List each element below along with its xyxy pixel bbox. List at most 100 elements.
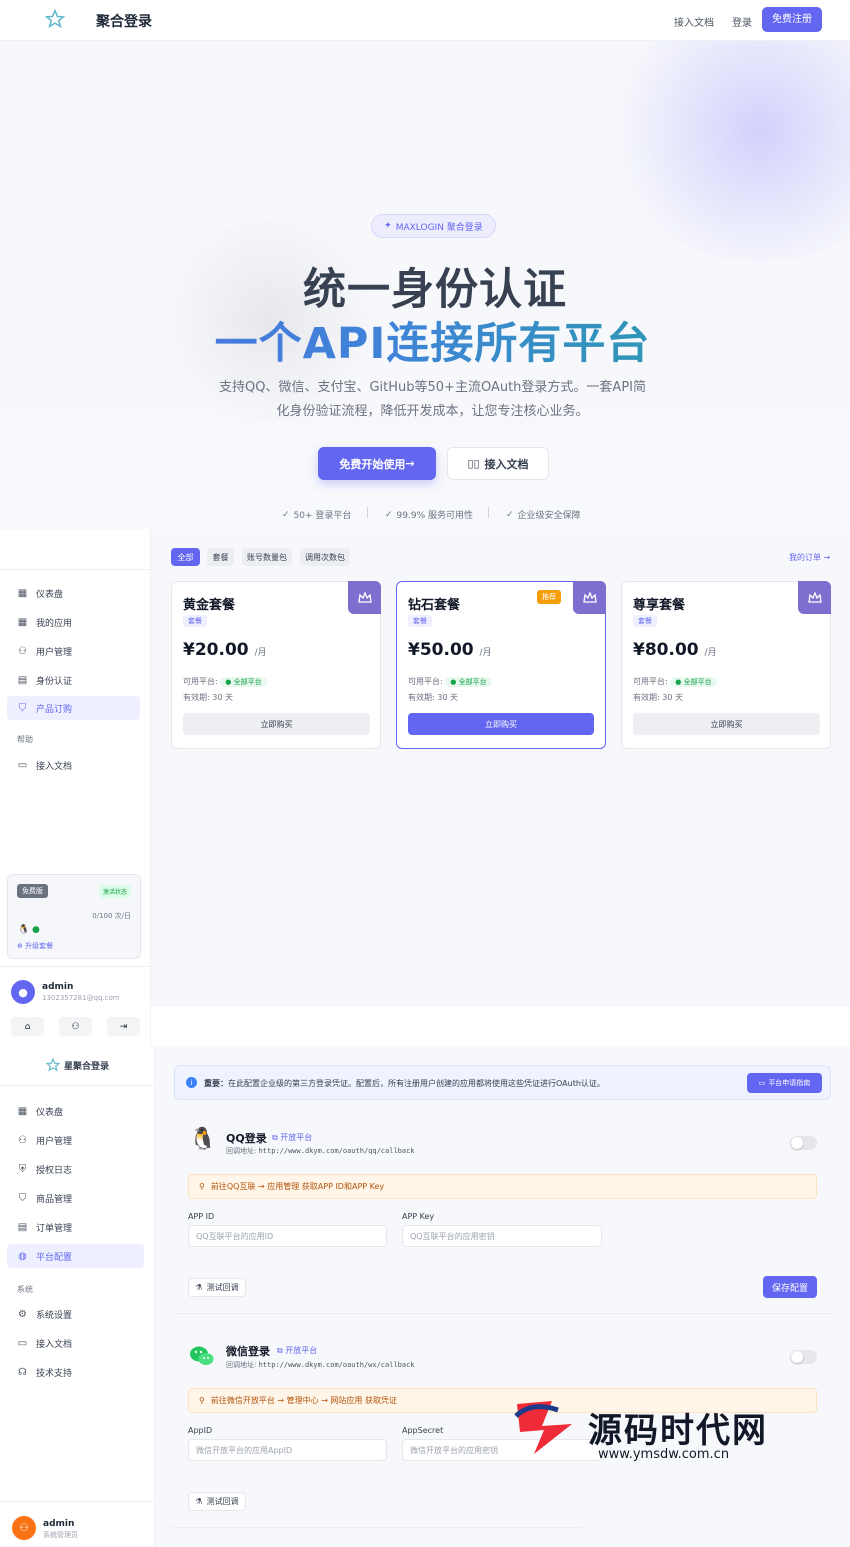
book-icon: ▭	[758, 1079, 766, 1087]
platform-badge: ● 全部平台	[220, 677, 267, 687]
hero-docs-button[interactable]: ▯▯ 接入文档	[447, 447, 549, 480]
admin-item-auth-log[interactable]: ⛨ 授权日志	[7, 1157, 144, 1181]
feature-uptime: ✓ 99.9% 服务可用性	[385, 509, 473, 522]
headset-icon: ☊	[18, 1366, 27, 1378]
tab-packages[interactable]: 套餐	[207, 548, 234, 566]
hero-title-line2: 一个API连接所有平台	[0, 309, 850, 371]
hero-badge: ✦ MAXLOGIN 聚合登录	[371, 214, 496, 238]
qq-app-key-label: APP Key	[402, 1212, 435, 1221]
sidebar-item-dashboard[interactable]: ▦ 仪表盘	[7, 581, 140, 605]
card-tag: 套餐	[183, 615, 207, 627]
card-platform: 可用平台: ● 全部平台	[408, 676, 492, 687]
flask-icon: ⚗	[195, 1283, 203, 1292]
card-title: 尊享套餐	[633, 598, 686, 613]
hero-title-line1: 统一身份认证	[303, 265, 567, 315]
admin-item-settings[interactable]: ⚙ 系统设置	[7, 1302, 144, 1326]
plan-card: 免费版 激活状态 0/100 次/日 🐧 ● ⊕ 升级套餐	[7, 874, 141, 959]
info-icon: i	[186, 1077, 197, 1088]
sidebar-item-identity[interactable]: ▤ 身份认证	[7, 668, 140, 692]
card-validity: 有效期: 30 天	[408, 693, 458, 702]
admin-item-dashboard[interactable]: ▦ 仪表盘	[7, 1099, 144, 1123]
wechat-icon: ●	[32, 925, 40, 935]
admin-item-orders[interactable]: ▤ 订单管理	[7, 1215, 144, 1239]
product-card-premium: 尊享套餐 套餐 ¥80.00 /月 可用平台: ● 全部平台 有效期: 30 天…	[621, 581, 831, 749]
admin-item-docs[interactable]: ▭ 接入文档	[7, 1331, 144, 1355]
book-icon: ▭	[17, 759, 28, 771]
qq-open-platform-link[interactable]: ⧉ 开放平台	[272, 1132, 312, 1143]
wechat-open-platform-link[interactable]: ⧉ 开放平台	[277, 1345, 317, 1356]
user-manage-icon: ⚇	[18, 1134, 27, 1146]
admin-item-platform-config[interactable]: ◍ 平台配置	[7, 1244, 144, 1268]
register-button[interactable]: 免费注册	[762, 7, 822, 32]
qq-save-button[interactable]: 保存配置	[763, 1276, 817, 1298]
tab-call-packs[interactable]: 调用次数包	[300, 548, 350, 566]
watermark-name: 源码时代网	[588, 1411, 768, 1451]
watermark-logo	[512, 1396, 582, 1456]
wechat-enable-toggle[interactable]	[790, 1350, 817, 1364]
qq-app-id-input[interactable]: QQ互联平台的应用ID	[188, 1225, 387, 1247]
wechat-app-id-input[interactable]: 微信开放平台的应用AppID	[188, 1439, 387, 1461]
profile-icon[interactable]: ⚇	[59, 1017, 92, 1036]
wechat-logo-icon	[189, 1344, 215, 1370]
card-tag: 套餐	[633, 615, 657, 627]
qq-tip: ⚲ 前往QQ互联 → 应用管理 获取APP ID和APP Key	[188, 1174, 817, 1199]
home-icon[interactable]: ⌂	[11, 1017, 44, 1036]
bag-icon: ⛉	[18, 702, 27, 714]
logout-icon[interactable]: ⇥	[107, 1017, 140, 1036]
tab-account-packs[interactable]: 账号数量包	[242, 548, 292, 566]
admin-item-products[interactable]: ⛉ 商品管理	[7, 1186, 144, 1210]
qq-app-id-label: APP ID	[188, 1212, 215, 1221]
start-free-button[interactable]: 免费开始使用 →	[318, 447, 436, 480]
admin-brand: 星聚合登录	[64, 1062, 110, 1072]
card-tag: 套餐	[408, 615, 432, 627]
qq-title: QQ登录	[226, 1132, 267, 1145]
brand-name: 聚合登录	[96, 14, 152, 30]
gear-icon: ⚙	[18, 1308, 27, 1320]
buy-now-button[interactable]: 立即购买	[633, 713, 820, 735]
watermark-url: www.ymsdw.com.cn	[598, 1447, 730, 1462]
card-platform: 可用平台: ● 全部平台	[633, 676, 717, 687]
nav-login-link[interactable]: 登录	[732, 14, 752, 29]
platform-guide-button[interactable]: ▭ 平台申请指南	[747, 1073, 822, 1093]
sparkle-icon: ✦	[384, 221, 392, 231]
recommended-badge: 推荐	[537, 590, 561, 604]
my-orders-link[interactable]: 我的订单 →	[789, 552, 830, 563]
card-price: ¥20.00 /月	[183, 640, 267, 660]
sidebar-item-orders[interactable]: ⛉ 产品订购	[7, 696, 140, 720]
qq-app-key-input[interactable]: QQ互联平台的应用密钥	[402, 1225, 602, 1247]
admin-avatar[interactable]: ⚇	[12, 1516, 36, 1540]
tab-all[interactable]: 全部	[171, 548, 200, 566]
sidebar-item-apps[interactable]: ▦ 我的应用	[7, 610, 140, 634]
apps-icon: ▦	[17, 616, 28, 628]
hero-subtitle: 支持QQ、微信、支付宝、GitHub等50+主流OAuth登录方式。一套API简…	[219, 380, 646, 419]
hero-section: ✦ MAXLOGIN 聚合登录 统一身份认证 一个API连接所有平台 支持QQ、…	[0, 41, 850, 529]
check-icon: ✓	[385, 509, 393, 520]
nav-docs-link[interactable]: 接入文档	[674, 14, 714, 29]
feature-security: ✓ 企业级安全保障	[506, 509, 581, 522]
globe-icon: ◍	[18, 1250, 27, 1262]
sidebar-item-docs[interactable]: ▭ 接入文档	[7, 753, 140, 777]
id-card-icon: ▤	[17, 674, 28, 686]
user-email: 1302357281@qq.com	[42, 994, 120, 1002]
check-icon: ✓	[282, 509, 290, 520]
upgrade-plan-link[interactable]: ⊕ 升级套餐	[17, 941, 53, 951]
check-icon: ✓	[506, 509, 514, 520]
card-platform: 可用平台: ● 全部平台	[183, 676, 267, 687]
avatar[interactable]: ●	[11, 980, 35, 1004]
admin-item-users[interactable]: ⚇ 用户管理	[7, 1128, 144, 1152]
sidebar-group-help: 帮助	[17, 735, 33, 744]
wechat-app-secret-label: AppSecret	[402, 1426, 444, 1435]
users-icon: ⚇	[18, 645, 27, 657]
sidebar-item-users[interactable]: ⚇ 用户管理	[7, 639, 140, 663]
sidebar-group-system: 系统	[17, 1285, 33, 1294]
plan-name: 免费版	[17, 884, 48, 898]
qq-test-callback-button[interactable]: ⚗ 测试回调	[188, 1278, 246, 1297]
wechat-title: 微信登录	[226, 1345, 270, 1358]
buy-now-button[interactable]: 立即购买	[183, 713, 370, 735]
admin-item-support[interactable]: ☊ 技术支持	[7, 1360, 144, 1384]
user-sidebar: ▦ 仪表盘 ▦ 我的应用 ⚇ 用户管理 ▤ 身份认证 ⛉ 产品订购 帮助 ▭ 接入文档	[0, 529, 151, 1046]
qq-enable-toggle[interactable]	[790, 1136, 817, 1150]
shield-icon: ⛨	[18, 1163, 27, 1175]
wechat-test-callback-button[interactable]: ⚗ 测试回调	[188, 1492, 246, 1511]
buy-now-button[interactable]: 立即购买	[408, 713, 594, 735]
